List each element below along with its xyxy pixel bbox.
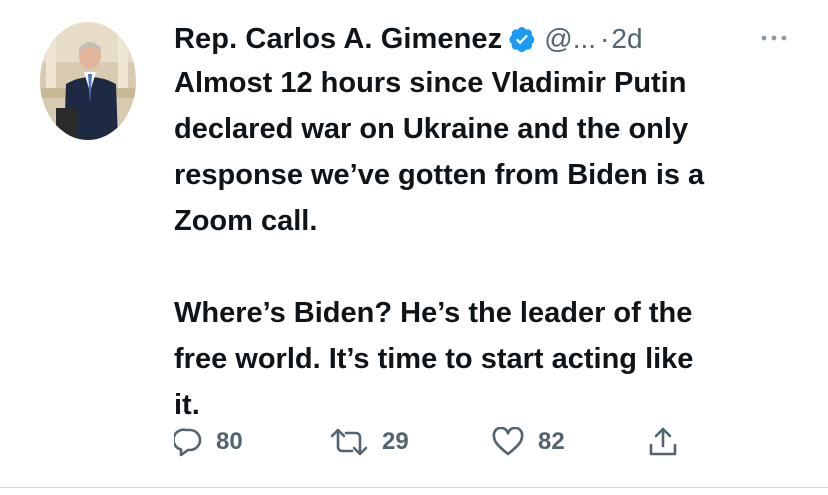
verified-badge-icon (508, 25, 536, 53)
like-count: 82 (538, 428, 565, 455)
reply-button[interactable]: 80 (174, 420, 243, 464)
tweet-actions: 80 29 82 (174, 420, 694, 464)
tweet-text: Almost 12 hours since Vladimir Putin dec… (174, 67, 705, 421)
share-icon (648, 426, 678, 458)
retweet-button[interactable]: 29 (330, 420, 409, 464)
tweet-content: Rep. Carlos A. Gimenez @... · 2d Almost … (174, 16, 814, 428)
heart-icon (492, 427, 524, 457)
reply-icon (174, 427, 202, 457)
tweet[interactable]: Rep. Carlos A. Gimenez @... · 2d Almost … (0, 0, 828, 495)
retweet-icon (330, 427, 368, 457)
tweet-timestamp[interactable]: 2d (611, 23, 642, 55)
reply-count: 80 (216, 428, 243, 455)
author-avatar[interactable] (40, 22, 136, 140)
author-name[interactable]: Rep. Carlos A. Gimenez (174, 23, 502, 56)
tweet-header: Rep. Carlos A. Gimenez @... · 2d (174, 16, 814, 62)
author-handle[interactable]: @... (544, 23, 596, 55)
tweet-divider (0, 487, 828, 488)
more-options-icon[interactable] (756, 28, 792, 48)
share-button[interactable] (648, 420, 678, 464)
like-button[interactable]: 82 (492, 420, 565, 464)
retweet-count: 29 (382, 428, 409, 455)
header-separator: · (600, 23, 610, 54)
